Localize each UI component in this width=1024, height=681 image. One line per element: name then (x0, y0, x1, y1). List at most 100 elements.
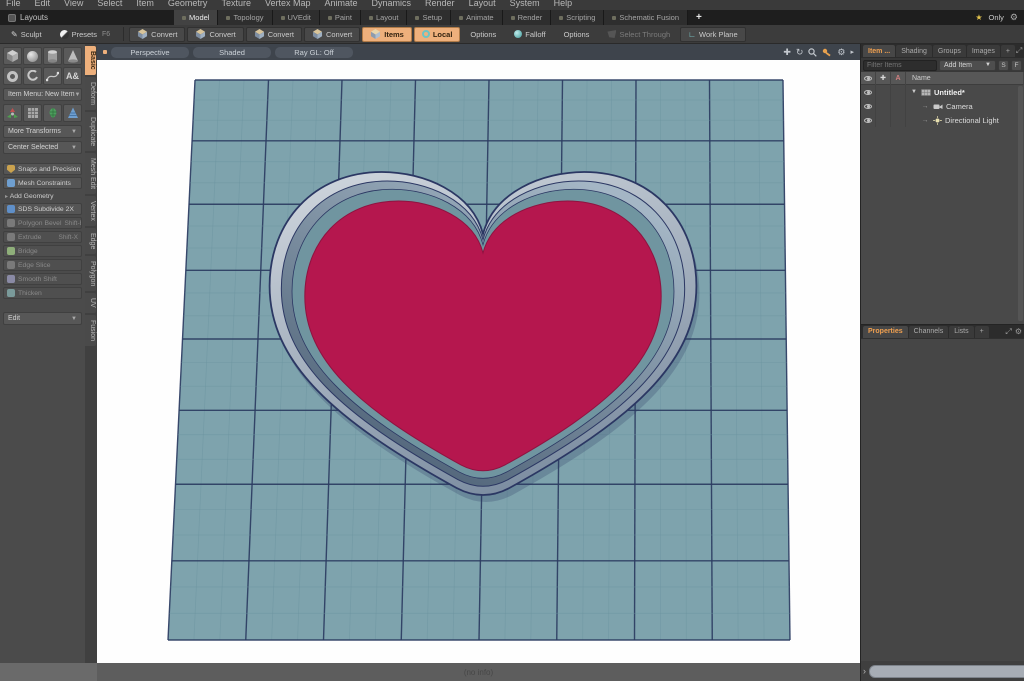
layout-tab-render[interactable]: Render (502, 10, 552, 25)
add-panel-tab-button[interactable]: + (1000, 45, 1015, 57)
expand-twisty-icon[interactable]: ▼ (910, 89, 918, 95)
vtab-uv[interactable]: UV (85, 293, 96, 314)
viewport-canvas[interactable] (97, 60, 860, 663)
layout-tab-setup[interactable]: Setup (407, 10, 452, 25)
cylinder-primitive-button[interactable] (43, 47, 62, 65)
filters-button[interactable]: F (1011, 59, 1022, 71)
select-through-button[interactable]: Select Through (599, 27, 678, 42)
add-geometry-header[interactable]: ▸ Add Geometry (5, 193, 82, 200)
mesh-constraints-button[interactable]: Mesh Constraints (3, 177, 82, 189)
column-add[interactable]: ✚ (876, 71, 891, 85)
rotate-icon[interactable]: ↻ (796, 47, 804, 58)
tool-polygon-bevel[interactable]: Polygon BevelShift-B (3, 217, 82, 229)
assembly-button[interactable] (3, 104, 22, 122)
work-plane-button[interactable]: ∟ Work Plane (680, 26, 746, 42)
uv-grid-button[interactable] (23, 104, 42, 122)
layout-tab-uvedit[interactable]: UVEdit (272, 10, 320, 25)
menu-animate[interactable]: Animate (324, 0, 357, 8)
tab-groups[interactable]: Groups (932, 45, 966, 57)
eye-icon[interactable] (864, 117, 872, 123)
tab-lists[interactable]: Lists (949, 325, 974, 338)
menu-vertex-map[interactable]: Vertex Map (265, 0, 311, 8)
add-panel-tab-button[interactable]: + (974, 325, 989, 338)
favorites-star-icon[interactable]: ★ (975, 13, 982, 22)
vtab-edge[interactable]: Edge (85, 227, 96, 255)
add-layout-tab-button[interactable]: + (688, 12, 710, 23)
eye-icon[interactable] (864, 89, 872, 95)
tool-smooth-shift[interactable]: Smooth Shift (3, 273, 82, 285)
menu-layout[interactable]: Layout (469, 0, 496, 8)
snaps-precision-button[interactable]: Snaps and Precision (3, 163, 82, 175)
viewport-expand-icon[interactable]: ▸ (850, 48, 854, 56)
menu-edit[interactable]: Edit (35, 0, 51, 8)
vtab-deform[interactable]: Deform (85, 76, 96, 110)
tab-shading[interactable]: Shading (896, 45, 932, 57)
tab-images[interactable]: Images (966, 45, 1000, 57)
zoom-icon[interactable] (808, 47, 818, 57)
item-menu-dropdown[interactable]: Item Menu: New Item ▼ (3, 88, 82, 101)
helix-tool-button[interactable] (23, 67, 42, 85)
column-lock[interactable]: A (891, 71, 906, 85)
column-visibility[interactable] (861, 71, 876, 85)
cone-primitive-button[interactable] (63, 47, 82, 65)
menu-help[interactable]: Help (554, 0, 573, 8)
vtab-polygon[interactable]: Polygon (85, 256, 96, 292)
menu-select[interactable]: Select (97, 0, 122, 8)
local-action-center-button[interactable]: Local (413, 26, 461, 42)
vtab-mesh-edit[interactable]: Mesh Edit (85, 152, 96, 194)
layout-tab-layout[interactable]: Layout (360, 10, 408, 25)
menu-item[interactable]: Item (136, 0, 154, 8)
tool-sds-subdivide[interactable]: SDS Subdivide 2X (3, 203, 82, 215)
column-name[interactable]: Name (906, 71, 1024, 85)
layout-tab-model[interactable]: Model (174, 10, 219, 25)
more-transforms-dropdown[interactable]: More Transforms ▼ (3, 125, 82, 138)
action-center-options-button[interactable]: Options (462, 27, 504, 42)
menu-render[interactable]: Render (425, 0, 455, 8)
scopes-button[interactable]: S (998, 59, 1009, 71)
viewport-raygl-dropdown[interactable]: Ray GL: Off (275, 46, 353, 58)
eye-icon[interactable] (864, 103, 872, 109)
layout-tab-scripting[interactable]: Scripting (551, 10, 605, 25)
vtab-basic[interactable]: Basic (85, 46, 96, 75)
convert-button-1[interactable]: Convert (129, 26, 186, 42)
falloff-options-button[interactable]: Options (556, 27, 598, 42)
layout-tab-topology[interactable]: Topology (218, 10, 273, 25)
tool-edge-slice[interactable]: Edge Slice (3, 259, 82, 271)
tree-row-camera[interactable]: → Camera (861, 99, 1024, 113)
convert-button-4[interactable]: Convert (303, 26, 361, 42)
layout-tab-paint[interactable]: Paint (319, 10, 361, 25)
only-label[interactable]: Only (989, 13, 1004, 22)
mesh-paint-button[interactable] (43, 104, 62, 122)
menu-dynamics[interactable]: Dynamics (372, 0, 412, 8)
items-mode-button[interactable]: Items (362, 26, 412, 42)
add-item-dropdown[interactable]: Add Item ▼ (939, 59, 996, 71)
tab-properties[interactable]: Properties (863, 325, 908, 338)
layout-tab-schematic-fusion[interactable]: Schematic Fusion (604, 10, 689, 25)
sculpt-button[interactable]: ✎ Sculpt (3, 27, 50, 42)
tab-channels[interactable]: Channels (908, 325, 949, 338)
falloff-cone-button[interactable] (63, 104, 82, 122)
viewport-projection-dropdown[interactable]: Perspective (111, 46, 189, 58)
menu-geometry[interactable]: Geometry (168, 0, 208, 8)
tab-item-list[interactable]: Item ... (863, 45, 896, 57)
panel-expand-icon[interactable]: ⤢ (1016, 46, 1022, 56)
panel-expand-icon[interactable]: ⤢ (1005, 327, 1011, 337)
menu-texture[interactable]: Texture (221, 0, 251, 8)
tree-row-directional-light[interactable]: → Directional Light (861, 113, 1024, 127)
torus-primitive-button[interactable] (3, 67, 22, 85)
tree-scrollbar[interactable] (1018, 86, 1023, 321)
vtab-fusion[interactable]: Fusion (85, 315, 96, 347)
menu-system[interactable]: System (510, 0, 540, 8)
vtab-vertex[interactable]: Vertex (85, 195, 96, 226)
presets-button[interactable]: Presets F6 (52, 27, 119, 42)
tree-row-untitled[interactable]: ▼ Untitled* (861, 85, 1024, 99)
key-icon[interactable] (822, 48, 832, 57)
convert-button-3[interactable]: Convert (245, 26, 302, 42)
edit-dropdown[interactable]: Edit ▼ (3, 312, 82, 325)
cube-primitive-button[interactable] (3, 47, 22, 65)
tool-thicken[interactable]: Thicken (3, 287, 82, 299)
layout-tab-animate[interactable]: Animate (451, 10, 503, 25)
convert-button-2[interactable]: Convert (187, 26, 244, 42)
falloff-button[interactable]: Falloff (506, 27, 553, 42)
gear-icon[interactable]: ⚙ (1010, 12, 1018, 23)
